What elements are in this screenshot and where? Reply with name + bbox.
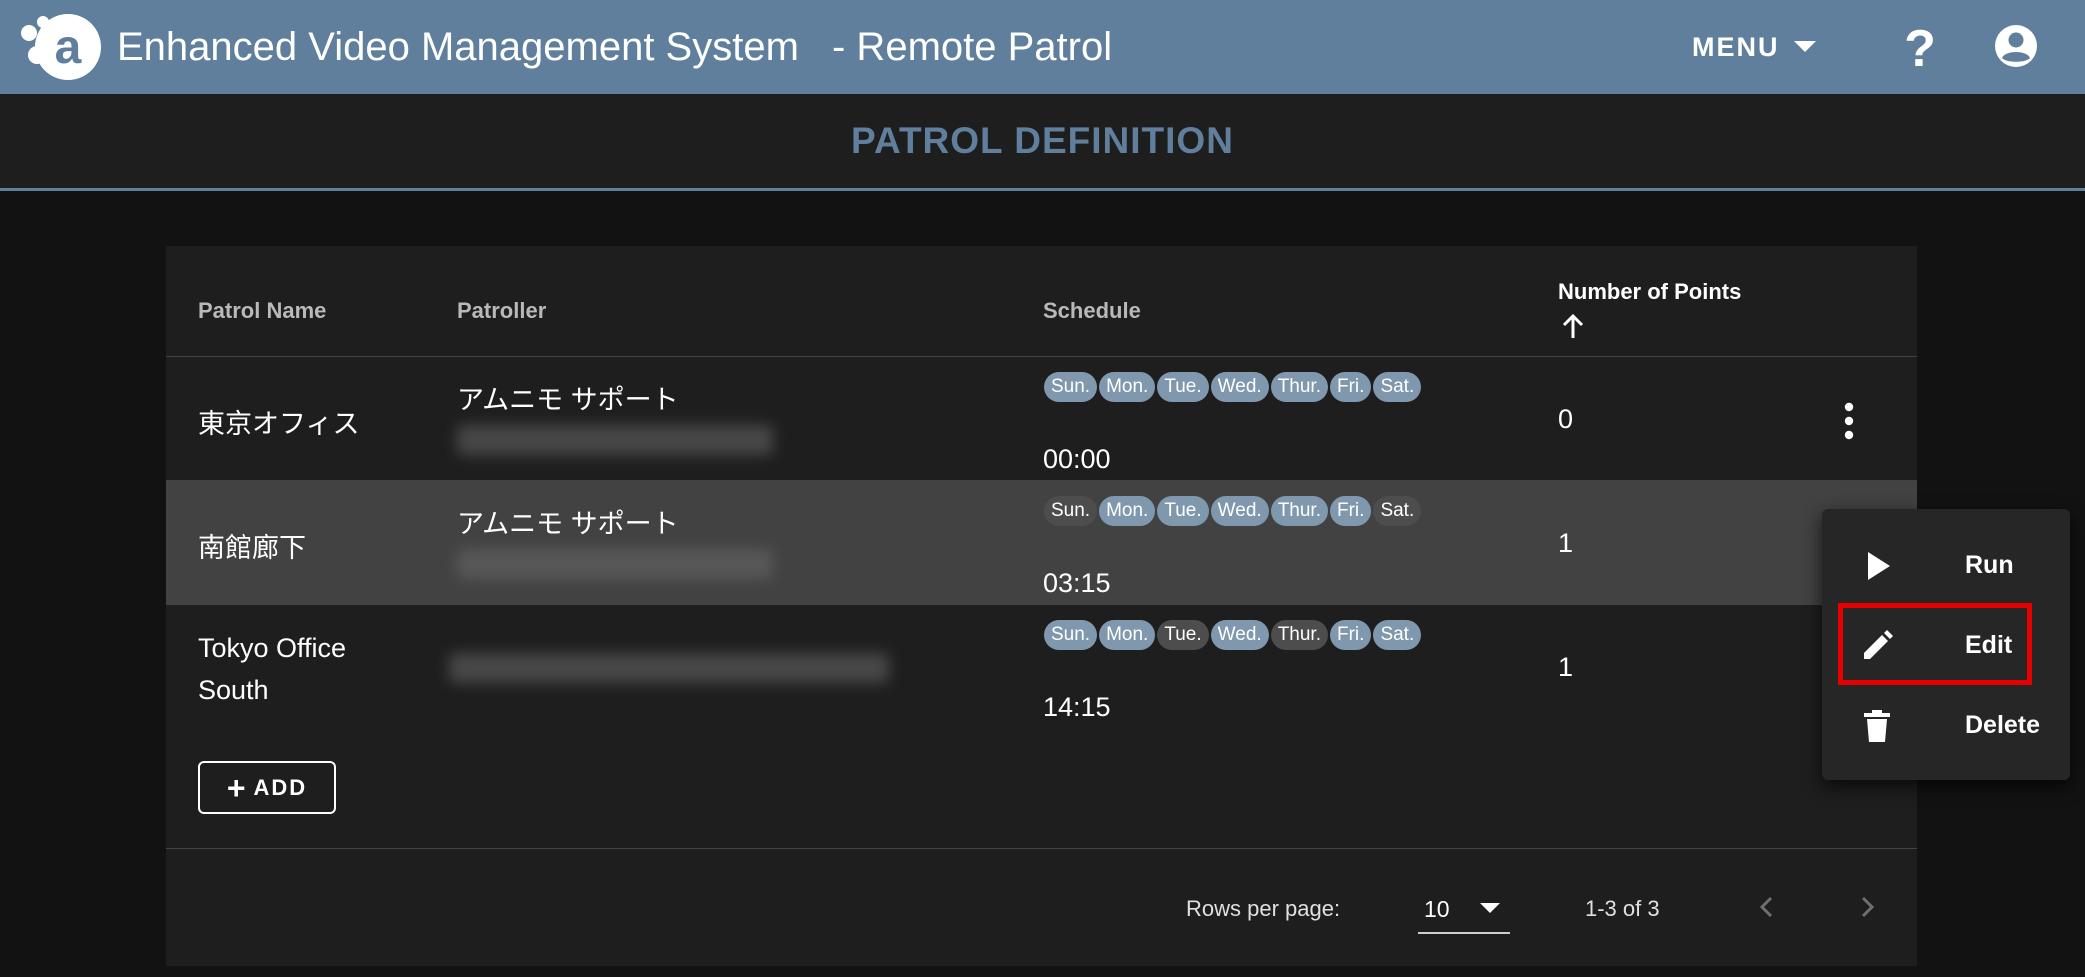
points-count: 1: [1558, 652, 1574, 682]
table-row[interactable]: 南館廊下 アムニモ サポート Sun. Mon. Tue. Wed. Thur. Fri.…: [166, 481, 1917, 604]
caret-down-icon: [1480, 903, 1500, 913]
redacted-email: [457, 549, 773, 579]
svg-text:?: ?: [1904, 20, 1936, 74]
day-chip: Tue.: [1157, 620, 1209, 650]
row-actions-menu: Run Edit Delete: [1822, 509, 2070, 780]
app-subtitle: - Remote Patrol: [832, 25, 1113, 69]
day-chip: Fri.: [1330, 372, 1372, 402]
menu-item-label: Edit: [1965, 631, 2013, 659]
day-chip: Wed.: [1210, 372, 1269, 402]
day-chip: Wed.: [1210, 620, 1269, 650]
patroller-name: アムニモ サポート: [457, 385, 679, 415]
schedule-time: 14:15: [1043, 692, 1111, 722]
schedule-days: Sun. Mon. Tue. Wed. Thur. Fri. Sat.: [1044, 620, 1422, 650]
redacted-email: [457, 425, 773, 455]
patrol-name-line: South: [198, 675, 269, 705]
svg-text:a: a: [55, 21, 82, 74]
patrol-name: 南館廊下: [198, 533, 306, 563]
day-chip: Wed.: [1210, 496, 1269, 526]
page-heading-bar: PATROL DEFINITION: [0, 94, 2085, 191]
play-icon: [1868, 552, 1890, 580]
patrol-table: Patrol Name Patroller Schedule Number of…: [166, 246, 1917, 966]
day-chip: Sat.: [1373, 372, 1422, 402]
menu-button[interactable]: MENU: [1692, 22, 1832, 72]
column-header-patrol-name[interactable]: Patrol Name: [198, 298, 326, 324]
rows-per-page-label: Rows per page:: [1186, 896, 1341, 921]
table-row[interactable]: Tokyo Office South Sun. Mon. Tue. Wed. Thur.…: [166, 605, 1917, 728]
app-bar: a Enhanced Video Management System - Rem…: [0, 0, 2085, 94]
day-chip: Thur.: [1270, 372, 1328, 402]
day-chip: Mon.: [1099, 620, 1156, 650]
day-chip: Tue.: [1157, 496, 1209, 526]
logo-icon: a: [21, 14, 101, 80]
patrol-name: Tokyo Office South: [198, 627, 346, 711]
patrol-name-line: Tokyo Office: [198, 633, 347, 663]
points-count: 1: [1558, 528, 1574, 558]
day-chip: Sat.: [1373, 496, 1422, 526]
table-row[interactable]: 東京オフィス アムニモ サポート Sun. Mon. Tue. Wed. Thur. Fr…: [166, 357, 1917, 480]
arrow-up-icon[interactable]: [1562, 314, 1584, 340]
add-button-label: ADD: [253, 774, 308, 800]
day-chip: Fri.: [1330, 496, 1372, 526]
menu-item-label: Run: [1965, 551, 2014, 579]
menu-label: MENU: [1692, 31, 1780, 62]
help-icon[interactable]: ?: [1896, 20, 1944, 74]
day-chip: Fri.: [1330, 620, 1372, 650]
schedule-time: 00:00: [1043, 444, 1111, 474]
day-chip: Thur.: [1270, 620, 1328, 650]
day-chip: Sun.: [1044, 496, 1098, 526]
caret-down-icon: [1793, 41, 1816, 52]
day-chip: Sun.: [1044, 620, 1098, 650]
schedule-time: 03:15: [1043, 568, 1111, 598]
menu-item-run[interactable]: Run: [1822, 525, 2070, 605]
page-title: PATROL DEFINITION: [851, 120, 1234, 161]
menu-item-edit[interactable]: Edit: [1822, 605, 2070, 685]
plus-icon: +: [226, 769, 246, 806]
chevron-right-icon[interactable]: [1852, 892, 1882, 922]
rows-per-page-select[interactable]: 10: [1418, 886, 1510, 934]
add-button[interactable]: + ADD: [198, 761, 336, 814]
rows-per-page-value: 10: [1424, 896, 1450, 922]
trash-icon: [1864, 710, 1890, 742]
points-count: 0: [1558, 404, 1574, 434]
account-icon[interactable]: [1992, 22, 2040, 70]
chevron-left-icon[interactable]: [1752, 892, 1782, 922]
day-chip: Thur.: [1270, 496, 1328, 526]
redacted-email: [449, 653, 889, 683]
column-header-patroller[interactable]: Patroller: [457, 298, 546, 324]
pagination-range: 1-3 of 3: [1585, 896, 1660, 921]
menu-item-delete[interactable]: Delete: [1822, 685, 2070, 765]
schedule-days: Sun. Mon. Tue. Wed. Thur. Fri. Sat.: [1044, 372, 1422, 402]
column-header-schedule[interactable]: Schedule: [1043, 298, 1141, 324]
patrol-name: 東京オフィス: [198, 409, 360, 439]
more-options-icon[interactable]: [1841, 402, 1857, 440]
menu-item-label: Delete: [1965, 711, 2041, 739]
schedule-days: Sun. Mon. Tue. Wed. Thur. Fri. Sat.: [1044, 496, 1422, 526]
day-chip: Tue.: [1157, 372, 1209, 402]
patroller-name: アムニモ サポート: [457, 509, 679, 539]
app-title: Enhanced Video Management System: [117, 25, 799, 69]
footer-divider: [166, 848, 1917, 849]
day-chip: Sat.: [1373, 620, 1422, 650]
pencil-icon: [1864, 630, 1893, 659]
day-chip: Mon.: [1099, 496, 1156, 526]
day-chip: Sun.: [1044, 372, 1098, 402]
day-chip: Mon.: [1099, 372, 1156, 402]
column-header-number-of-points[interactable]: Number of Points: [1558, 279, 1741, 305]
